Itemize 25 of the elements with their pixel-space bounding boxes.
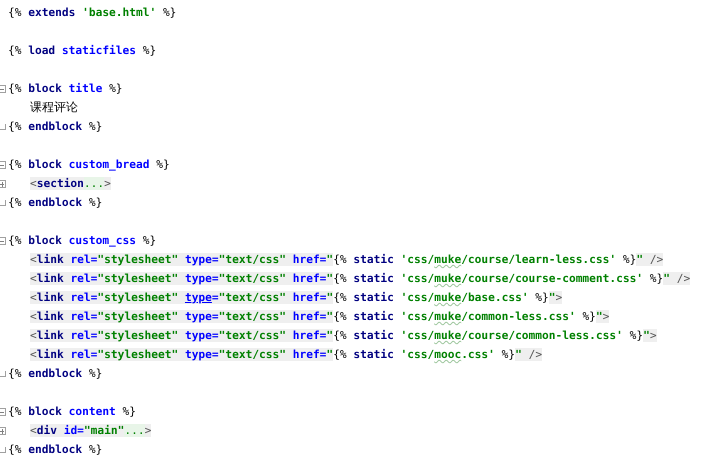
fold-icon[interactable]	[0, 408, 6, 416]
fold-icon[interactable]	[0, 236, 6, 244]
fold-icon[interactable]	[0, 84, 6, 92]
code-line: {% load staticfiles %}	[8, 43, 156, 59]
code-line: {% block custom_css %}	[8, 233, 156, 249]
code-line: {% endblock %}	[8, 195, 102, 211]
code-line: {% endblock %}	[8, 442, 102, 458]
code-line: {% endblock %}	[8, 119, 102, 135]
code-line: <link rel="stylesheet" type="text/css" href="{% static 'css/muke/common-less.css' %}">	[29, 309, 610, 325]
folded-code-line: <div id="main"...>	[29, 423, 152, 439]
code-line: {% block custom_bread %}	[8, 157, 170, 173]
code-line: <link rel="stylesheet" type="text/css" href="{% static 'css/muke/course/common-less.css' %}">	[29, 328, 657, 344]
fold-icon[interactable]	[0, 426, 6, 434]
fold-icon[interactable]	[0, 180, 6, 188]
fold-icon[interactable]	[0, 160, 6, 168]
code-line: {% block title %}	[8, 81, 123, 97]
code-line: 课程评论	[29, 99, 78, 116]
folded-code-line: <section...>	[29, 176, 111, 192]
code-line: <link rel="stylesheet" type="text/css" href="{% static 'css/muke/course/course-comment.css' %}" />	[29, 271, 690, 287]
code-line: <link rel="stylesheet" type="text/css" href="{% static 'css/mooc.css' %}" />	[29, 347, 542, 363]
code-line: <link rel="stylesheet" type="text/css" href="{% static 'css/muke/course/learn-less.css' %}" />	[29, 252, 664, 268]
code-line: {% endblock %}	[8, 366, 102, 382]
code-line: <link rel="stylesheet" type="text/css" href="{% static 'css/muke/base.css' %}">	[29, 290, 562, 306]
code-line: {% extends 'base.html' %}	[8, 5, 176, 21]
code-line: {% block content %}	[8, 404, 136, 420]
